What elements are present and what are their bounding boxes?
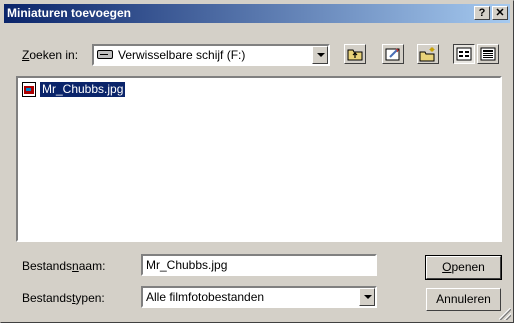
dropdown-arrow-button[interactable] [312,46,328,64]
shortcut-icon [385,48,400,61]
dropdown-arrow-button[interactable] [359,288,375,306]
help-button[interactable]: ? [474,6,490,20]
window-title: Miniaturen toevoegen [7,6,132,20]
look-in-dropdown[interactable]: Verwisselbare schijf (F:) [92,44,330,66]
chevron-down-icon [364,295,372,299]
removable-drive-icon [97,50,113,59]
cancel-button-label: Annuleren [436,292,491,306]
details-view-icon [480,47,496,61]
file-type-label: Bestandstypen: [22,291,105,305]
close-button[interactable]: ✕ [492,6,508,20]
look-in-value: Verwisselbare schijf (F:) [118,48,246,62]
details-view-button[interactable] [477,44,499,64]
file-type-value: Alle filmfotobestanden [146,290,265,304]
resize-grip[interactable] [499,308,511,320]
cancel-button[interactable]: Annuleren [426,288,501,311]
open-button[interactable]: Openen [425,255,502,280]
open-button-label: Openen [442,260,485,274]
file-type-dropdown[interactable]: Alle filmfotobestanden [141,286,377,308]
chevron-down-icon [317,53,325,57]
list-view-button[interactable] [453,44,475,64]
up-one-level-button[interactable] [344,44,366,64]
create-shortcut-button[interactable] [382,44,404,64]
file-name-value: Mr_Chubbs.jpg [146,258,228,272]
new-folder-button[interactable] [417,44,439,64]
folder-up-icon [347,49,363,61]
open-file-dialog: Miniaturen toevoegen ? ✕ Zoeken in: Verw… [0,0,514,323]
file-name: Mr_Chubbs.jpg [38,81,127,98]
file-name-input[interactable]: Mr_Chubbs.jpg [141,254,377,276]
file-list[interactable]: Mr_Chubbs.jpg [16,76,502,242]
new-folder-icon [419,47,435,62]
look-in-label: Zoeken in: [22,48,79,62]
file-name-label: Bestandsnaam: [22,259,106,273]
jpg-file-icon [22,82,36,97]
list-view-icon [456,47,472,61]
title-bar[interactable]: Miniaturen toevoegen ? ✕ [4,4,510,23]
